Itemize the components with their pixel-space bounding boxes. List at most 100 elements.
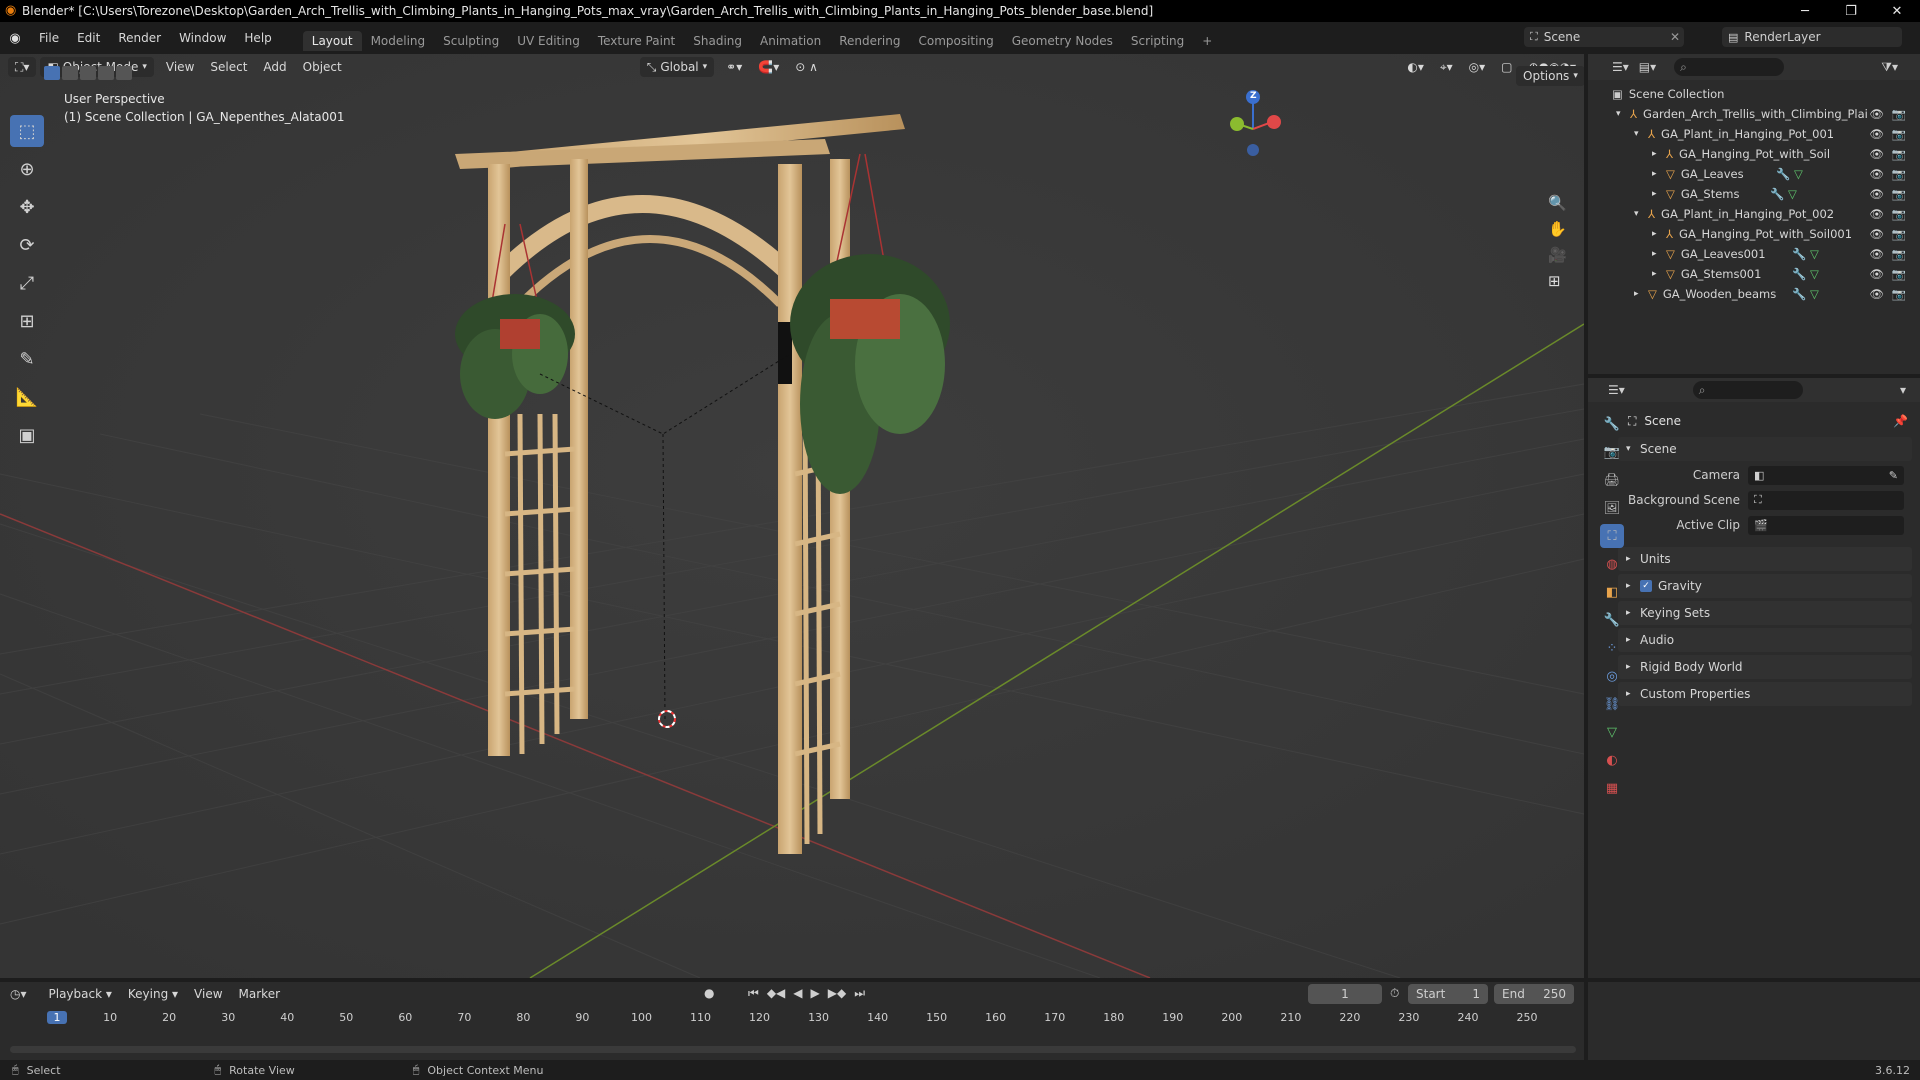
properties-editor-icon[interactable]: ☰▾ — [1608, 383, 1625, 397]
scene-selector[interactable]: ⛶ Scene ✕ — [1524, 27, 1684, 47]
gravity-checkbox[interactable]: ✓ — [1640, 580, 1652, 592]
menu-help[interactable]: Help — [235, 31, 280, 45]
menu-edit[interactable]: Edit — [68, 31, 109, 45]
tab-uv-editing[interactable]: UV Editing — [508, 31, 589, 51]
pin-icon[interactable]: 📌 — [1893, 414, 1908, 428]
panel-scene[interactable]: ▾ Scene — [1618, 437, 1912, 461]
transform-tool-icon[interactable]: ⊞ — [10, 305, 44, 337]
select-extend-icon[interactable] — [62, 66, 78, 80]
panel-rigid-body-world[interactable]: ▸ Rigid Body World — [1618, 655, 1912, 679]
play-icon[interactable]: ▶ — [811, 986, 820, 1001]
tab-texture-paint[interactable]: Texture Paint — [589, 31, 684, 51]
gizmo-toggle-icon[interactable]: ⌖▾ — [1432, 60, 1461, 75]
object-tab-icon[interactable]: ◧ — [1600, 580, 1624, 604]
maximize-button[interactable]: ❐ — [1828, 0, 1874, 22]
outliner-item[interactable]: ▸ ▽ GA_Wooden_beams 🔧 ▽ 👁 📷 — [1588, 284, 1920, 304]
3d-viewport[interactable]: Z ⛶▾ ◧Object Mode▾ View Select Add Objec… — [0, 54, 1584, 978]
eye-icon[interactable]: 👁 — [1869, 127, 1884, 141]
menu-view[interactable]: View — [158, 60, 202, 74]
menu-timeline-view[interactable]: View — [186, 987, 230, 1001]
outliner-item[interactable]: ▾ ⅄ GA_Plant_in_Hanging_Pot_001 👁 📷 — [1588, 124, 1920, 144]
camera-icon[interactable]: 📷 — [1892, 167, 1906, 181]
eye-icon[interactable]: 👁 — [1869, 147, 1884, 161]
camera-icon[interactable]: 📷 — [1892, 187, 1906, 201]
transform-orientation-dropdown[interactable]: ⤡ Global ▾ — [639, 57, 715, 77]
select-subtract-icon[interactable] — [80, 66, 96, 80]
frame-ruler[interactable]: 1 10 20 30 40 50 60 70 80 90 100 110 120 130 140 150 160… — [0, 1008, 1584, 1030]
camera-icon[interactable]: 📷 — [1892, 107, 1906, 121]
ortho-grid-icon[interactable]: ⊞ — [1548, 272, 1567, 290]
minimize-button[interactable]: ─ — [1782, 0, 1828, 22]
camera-icon[interactable]: 📷 — [1892, 227, 1906, 241]
rotate-tool-icon[interactable]: ⟳ — [10, 229, 44, 261]
measure-tool-icon[interactable]: 📐 — [10, 381, 44, 413]
select-intersect-icon[interactable] — [116, 66, 132, 80]
menu-marker[interactable]: Marker — [231, 987, 288, 1001]
eye-icon[interactable]: 👁 — [1869, 107, 1884, 121]
start-frame-field[interactable]: Start 1 — [1408, 984, 1488, 1004]
menu-file[interactable]: File — [30, 31, 68, 45]
particles-tab-icon[interactable]: ⁘ — [1600, 636, 1624, 660]
outliner-item[interactable]: ▸ ▽ GA_Stems001 🔧 ▽ 👁 📷 — [1588, 264, 1920, 284]
camera-icon[interactable]: 📷 — [1892, 127, 1906, 141]
menu-window[interactable]: Window — [170, 31, 235, 45]
panel-keying-sets[interactable]: ▸ Keying Sets — [1618, 601, 1912, 625]
menu-object[interactable]: Object — [295, 60, 350, 74]
play-reverse-icon[interactable]: ◀ — [793, 986, 802, 1001]
eye-icon[interactable]: 👁 — [1869, 267, 1884, 281]
menu-playback[interactable]: Playback ▾ — [41, 987, 120, 1001]
proportional-edit-icon[interactable]: ⊙ ∧ — [787, 60, 826, 74]
prev-keyframe-icon[interactable]: ◆◀ — [767, 986, 785, 1001]
snap-icon[interactable]: 🧲▾ — [750, 60, 787, 74]
outliner-search-input[interactable]: ⌕ — [1674, 58, 1785, 76]
camera-field[interactable]: ◧ ✎ — [1748, 465, 1904, 485]
outliner-item[interactable]: ▸ ▽ GA_Leaves 🔧 ▽ 👁 📷 — [1588, 164, 1920, 184]
tab-shading[interactable]: Shading — [684, 31, 751, 51]
tab-animation[interactable]: Animation — [751, 31, 830, 51]
timeline-scrollbar[interactable] — [10, 1046, 1576, 1053]
menu-select[interactable]: Select — [202, 60, 255, 74]
menu-add[interactable]: Add — [255, 60, 294, 74]
eye-icon[interactable]: 👁 — [1869, 227, 1884, 241]
jump-start-icon[interactable]: ⏮ — [748, 986, 759, 1001]
render-layer-selector[interactable]: ▤ RenderLayer — [1722, 27, 1902, 47]
scene-tab-icon[interactable]: ⛶ — [1600, 524, 1624, 548]
overlay-toggle-icon[interactable]: ◎▾ — [1461, 60, 1494, 74]
move-tool-icon[interactable]: ✥ — [10, 191, 44, 223]
eye-icon[interactable]: 👁 — [1869, 187, 1884, 201]
outliner-item[interactable]: ▾ ⅄ Garden_Arch_Trellis_with_Climbing_Plai… — [1588, 104, 1920, 124]
close-icon[interactable]: ✕ — [1670, 30, 1680, 44]
cursor-tool-icon[interactable]: ⊕ — [10, 153, 44, 185]
camera-icon[interactable]: 📷 — [1892, 247, 1906, 261]
camera-view-icon[interactable]: 🎥 — [1548, 246, 1567, 264]
modifier-tab-icon[interactable]: 🔧 — [1600, 608, 1624, 632]
tool-tab-icon[interactable]: 🔧 — [1600, 412, 1624, 436]
panel-custom-properties[interactable]: ▸ Custom Properties — [1618, 682, 1912, 706]
add-cube-tool-icon[interactable]: ▣ — [10, 419, 44, 451]
pan-hand-icon[interactable]: ✋ — [1548, 220, 1567, 238]
zoom-icon[interactable]: 🔍 — [1548, 194, 1567, 212]
tab-compositing[interactable]: Compositing — [909, 31, 1002, 51]
material-tab-icon[interactable]: ◐ — [1600, 748, 1624, 772]
viewport-canvas[interactable] — [0, 54, 1584, 978]
active-clip-field[interactable]: 🎬 — [1748, 515, 1904, 535]
tab-layout[interactable]: Layout — [302, 31, 362, 51]
output-tab-icon[interactable]: 🖨 — [1600, 468, 1624, 492]
tab-geometry-nodes[interactable]: Geometry Nodes — [1003, 31, 1122, 51]
render-tab-icon[interactable]: 📷 — [1600, 440, 1624, 464]
select-invert-icon[interactable] — [98, 66, 114, 80]
tab-sculpting[interactable]: Sculpting — [434, 31, 508, 51]
panel-units[interactable]: ▸ Units — [1618, 547, 1912, 571]
current-frame-field[interactable]: 1 — [1308, 984, 1382, 1004]
jump-end-icon[interactable]: ⏭ — [854, 986, 865, 1001]
eye-icon[interactable]: 👁 — [1869, 247, 1884, 261]
camera-icon[interactable]: 📷 — [1892, 267, 1906, 281]
outliner-item[interactable]: ▸ ⅄ GA_Hanging_Pot_with_Soil001 👁 📷 — [1588, 224, 1920, 244]
tab-scripting[interactable]: Scripting — [1122, 31, 1193, 51]
chevron-down-icon[interactable]: ▾ — [1900, 383, 1906, 397]
camera-icon[interactable]: 📷 — [1892, 207, 1906, 221]
outliner-item[interactable]: ▸ ▽ GA_Leaves001 🔧 ▽ 👁 📷 — [1588, 244, 1920, 264]
options-button[interactable]: Options ▾ — [1516, 66, 1584, 86]
visibility-icon[interactable]: ◐▾ — [1399, 60, 1432, 74]
data-tab-icon[interactable]: ▽ — [1600, 720, 1624, 744]
